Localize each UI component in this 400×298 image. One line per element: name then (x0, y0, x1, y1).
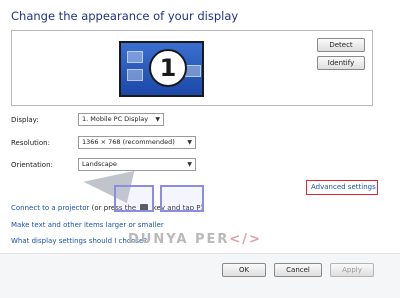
connect-projector-link[interactable]: Connect to a projector (11, 204, 89, 212)
watermark-text-main: DUNYA PER (128, 232, 230, 247)
desktop-icon (127, 69, 143, 81)
monitor-number: 1 (149, 49, 187, 87)
detect-button[interactable]: Detect (317, 38, 365, 52)
page-title: Change the appearance of your display (11, 9, 239, 23)
ok-button[interactable]: OK (222, 263, 266, 277)
desktop-icon (127, 51, 143, 63)
watermark-box (160, 185, 204, 212)
display-select[interactable]: 1. Mobile PC Display ▼ (78, 113, 164, 126)
advanced-settings-link[interactable]: Advanced settings (311, 183, 376, 191)
resolution-label: Resolution: (11, 139, 50, 147)
watermark-text-code: </> (229, 232, 262, 247)
chevron-down-icon: ▼ (187, 139, 192, 146)
display-label: Display: (11, 116, 39, 124)
resolution-select[interactable]: 1366 × 768 (recommended) ▼ (78, 136, 196, 149)
chevron-down-icon: ▼ (155, 116, 160, 123)
watermark-text: DUNYA PER</> (128, 232, 262, 247)
orientation-select[interactable]: Landscape ▼ (78, 158, 196, 171)
cancel-button[interactable]: Cancel (274, 263, 322, 277)
orientation-select-value: Landscape (82, 160, 117, 168)
desktop-icon (185, 65, 201, 77)
watermark-box (114, 185, 154, 212)
display-select-value: 1. Mobile PC Display (82, 115, 149, 123)
text-size-link[interactable]: Make text and other items larger or smal… (11, 221, 164, 229)
apply-button[interactable]: Apply (330, 263, 374, 277)
display-settings-help-link[interactable]: What display settings should I choose? (11, 237, 147, 245)
orientation-label: Orientation: (11, 161, 53, 169)
display-preview-panel: 1 Detect Identify (11, 30, 373, 106)
chevron-down-icon: ▼ (187, 161, 192, 168)
identify-button[interactable]: Identify (317, 56, 365, 70)
resolution-select-value: 1366 × 768 (recommended) (82, 138, 175, 146)
monitor-1-tile[interactable]: 1 (119, 41, 204, 97)
